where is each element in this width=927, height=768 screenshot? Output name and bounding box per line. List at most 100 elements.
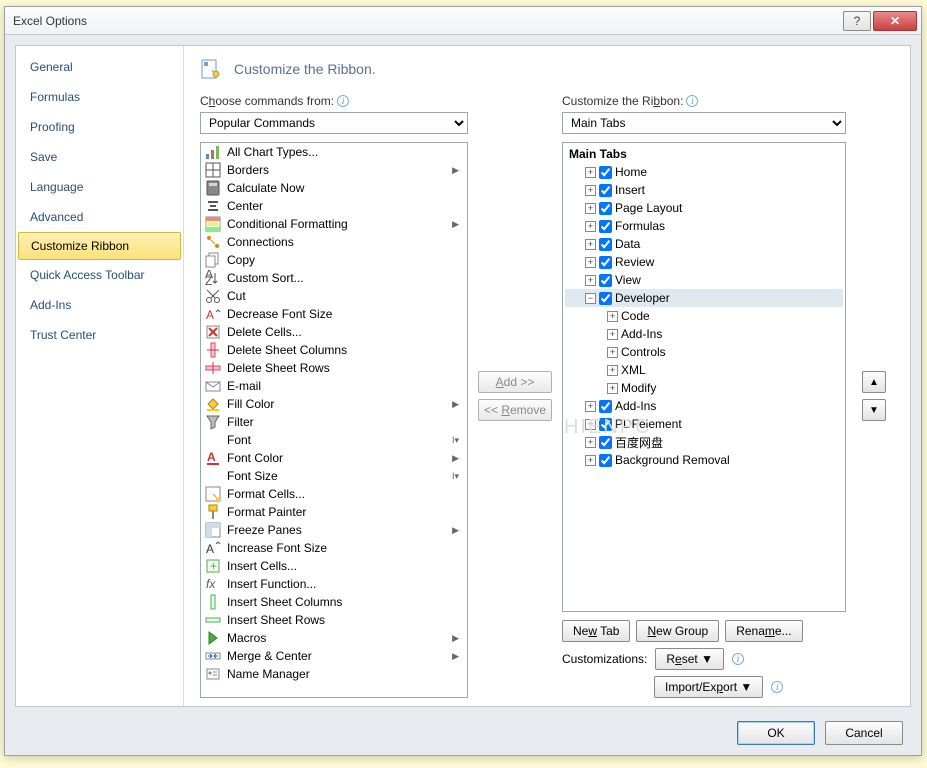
- expand-icon[interactable]: +: [585, 257, 596, 268]
- tree-tab[interactable]: +Review: [565, 253, 843, 271]
- tab-checkbox[interactable]: [599, 166, 612, 179]
- sidebar-item-advanced[interactable]: Advanced: [16, 202, 183, 232]
- command-item[interactable]: Cut: [201, 287, 467, 305]
- command-item[interactable]: Merge & Center▶: [201, 647, 467, 665]
- info-icon[interactable]: i: [337, 95, 349, 107]
- tree-tab[interactable]: −Developer: [565, 289, 843, 307]
- tab-checkbox[interactable]: [599, 256, 612, 269]
- command-item[interactable]: AIncrease Font Size: [201, 539, 467, 557]
- command-item[interactable]: All Chart Types...: [201, 143, 467, 161]
- info-icon[interactable]: i: [686, 95, 698, 107]
- tab-checkbox[interactable]: [599, 220, 612, 233]
- new-tab-button[interactable]: New Tab: [562, 620, 630, 642]
- tree-tab[interactable]: +Add-Ins: [565, 397, 843, 415]
- sidebar-item-formulas[interactable]: Formulas: [16, 82, 183, 112]
- help-button[interactable]: ?: [843, 11, 871, 31]
- expand-icon[interactable]: +: [585, 167, 596, 178]
- command-item[interactable]: Delete Sheet Columns: [201, 341, 467, 359]
- new-group-button[interactable]: New Group: [636, 620, 719, 642]
- info-icon[interactable]: i: [771, 681, 783, 693]
- add-button[interactable]: Add >>: [478, 371, 552, 393]
- expand-icon[interactable]: +: [585, 203, 596, 214]
- move-up-button[interactable]: ▲: [862, 371, 886, 393]
- sidebar-item-trust-center[interactable]: Trust Center: [16, 320, 183, 350]
- sidebar-item-add-ins[interactable]: Add-Ins: [16, 290, 183, 320]
- tab-checkbox[interactable]: [599, 454, 612, 467]
- tab-checkbox[interactable]: [599, 400, 612, 413]
- command-item[interactable]: AZCustom Sort...: [201, 269, 467, 287]
- command-item[interactable]: Borders▶: [201, 161, 467, 179]
- expand-icon[interactable]: +: [585, 275, 596, 286]
- tree-tab[interactable]: +Insert: [565, 181, 843, 199]
- tree-group[interactable]: +Add-Ins: [565, 325, 843, 343]
- expand-icon[interactable]: +: [585, 419, 596, 430]
- expand-icon[interactable]: +: [607, 347, 618, 358]
- tree-tab[interactable]: +View: [565, 271, 843, 289]
- command-item[interactable]: E-mail: [201, 377, 467, 395]
- command-item[interactable]: Format Painter: [201, 503, 467, 521]
- expand-icon[interactable]: +: [607, 329, 618, 340]
- tab-checkbox[interactable]: [599, 292, 612, 305]
- sidebar-item-proofing[interactable]: Proofing: [16, 112, 183, 142]
- command-item[interactable]: Center: [201, 197, 467, 215]
- command-item[interactable]: Delete Cells...: [201, 323, 467, 341]
- command-item[interactable]: Filter: [201, 413, 467, 431]
- command-item[interactable]: ADecrease Font Size: [201, 305, 467, 323]
- command-item[interactable]: Conditional Formatting▶: [201, 215, 467, 233]
- sidebar-item-language[interactable]: Language: [16, 172, 183, 202]
- command-item[interactable]: Delete Sheet Rows: [201, 359, 467, 377]
- move-down-button[interactable]: ▼: [862, 399, 886, 421]
- sidebar-item-general[interactable]: General: [16, 52, 183, 82]
- cancel-button[interactable]: Cancel: [825, 721, 903, 745]
- expand-icon[interactable]: +: [607, 311, 618, 322]
- command-item[interactable]: Macros▶: [201, 629, 467, 647]
- command-item[interactable]: +Insert Cells...: [201, 557, 467, 575]
- command-item[interactable]: Insert Sheet Rows: [201, 611, 467, 629]
- rename-button[interactable]: Rename...: [725, 620, 802, 642]
- tab-checkbox[interactable]: [599, 238, 612, 251]
- tree-tab[interactable]: +Background Removal: [565, 451, 843, 469]
- tree-tab[interactable]: +百度网盘: [565, 433, 843, 451]
- ribbon-tabs-combo[interactable]: Main Tabs: [562, 112, 846, 134]
- command-item[interactable]: Insert Sheet Columns: [201, 593, 467, 611]
- remove-button[interactable]: << Remove: [478, 399, 552, 421]
- tree-group[interactable]: +Modify: [565, 379, 843, 397]
- command-item[interactable]: Copy: [201, 251, 467, 269]
- tree-tab[interactable]: +Data: [565, 235, 843, 253]
- sidebar-item-save[interactable]: Save: [16, 142, 183, 172]
- collapse-icon[interactable]: −: [585, 293, 596, 304]
- command-item[interactable]: Format Cells...: [201, 485, 467, 503]
- reset-button[interactable]: Reset ▼: [655, 648, 724, 670]
- ok-button[interactable]: OK: [737, 721, 815, 745]
- sidebar-item-quick-access-toolbar[interactable]: Quick Access Toolbar: [16, 260, 183, 290]
- import-export-button[interactable]: Import/Export ▼: [654, 676, 763, 698]
- expand-icon[interactable]: +: [585, 221, 596, 232]
- command-item[interactable]: Font SizeI▾: [201, 467, 467, 485]
- command-item[interactable]: Connections: [201, 233, 467, 251]
- command-item[interactable]: fxInsert Function...: [201, 575, 467, 593]
- choose-commands-combo[interactable]: Popular Commands: [200, 112, 468, 134]
- expand-icon[interactable]: +: [607, 365, 618, 376]
- command-item[interactable]: Fill Color▶: [201, 395, 467, 413]
- expand-icon[interactable]: +: [585, 185, 596, 196]
- tab-checkbox[interactable]: [599, 274, 612, 287]
- tree-tab[interactable]: +Home: [565, 163, 843, 181]
- tree-tab[interactable]: +Formulas: [565, 217, 843, 235]
- sidebar-item-customize-ribbon[interactable]: Customize Ribbon: [18, 232, 181, 260]
- tree-tab[interactable]: +Page Layout: [565, 199, 843, 217]
- tree-tab[interactable]: +PDFelement: [565, 415, 843, 433]
- tab-checkbox[interactable]: [599, 202, 612, 215]
- ribbon-tree[interactable]: Main Tabs+Home+Insert+Page Layout+Formul…: [562, 142, 846, 612]
- command-item[interactable]: AFont Color▶: [201, 449, 467, 467]
- tree-group[interactable]: +Code: [565, 307, 843, 325]
- expand-icon[interactable]: +: [607, 383, 618, 394]
- tab-checkbox[interactable]: [599, 184, 612, 197]
- tab-checkbox[interactable]: [599, 418, 612, 431]
- close-button[interactable]: ✕: [873, 11, 917, 31]
- expand-icon[interactable]: +: [585, 401, 596, 412]
- tree-group[interactable]: +Controls: [565, 343, 843, 361]
- commands-listbox[interactable]: All Chart Types...Borders▶Calculate NowC…: [200, 142, 468, 698]
- command-item[interactable]: Name Manager: [201, 665, 467, 683]
- info-icon[interactable]: i: [732, 653, 744, 665]
- expand-icon[interactable]: +: [585, 239, 596, 250]
